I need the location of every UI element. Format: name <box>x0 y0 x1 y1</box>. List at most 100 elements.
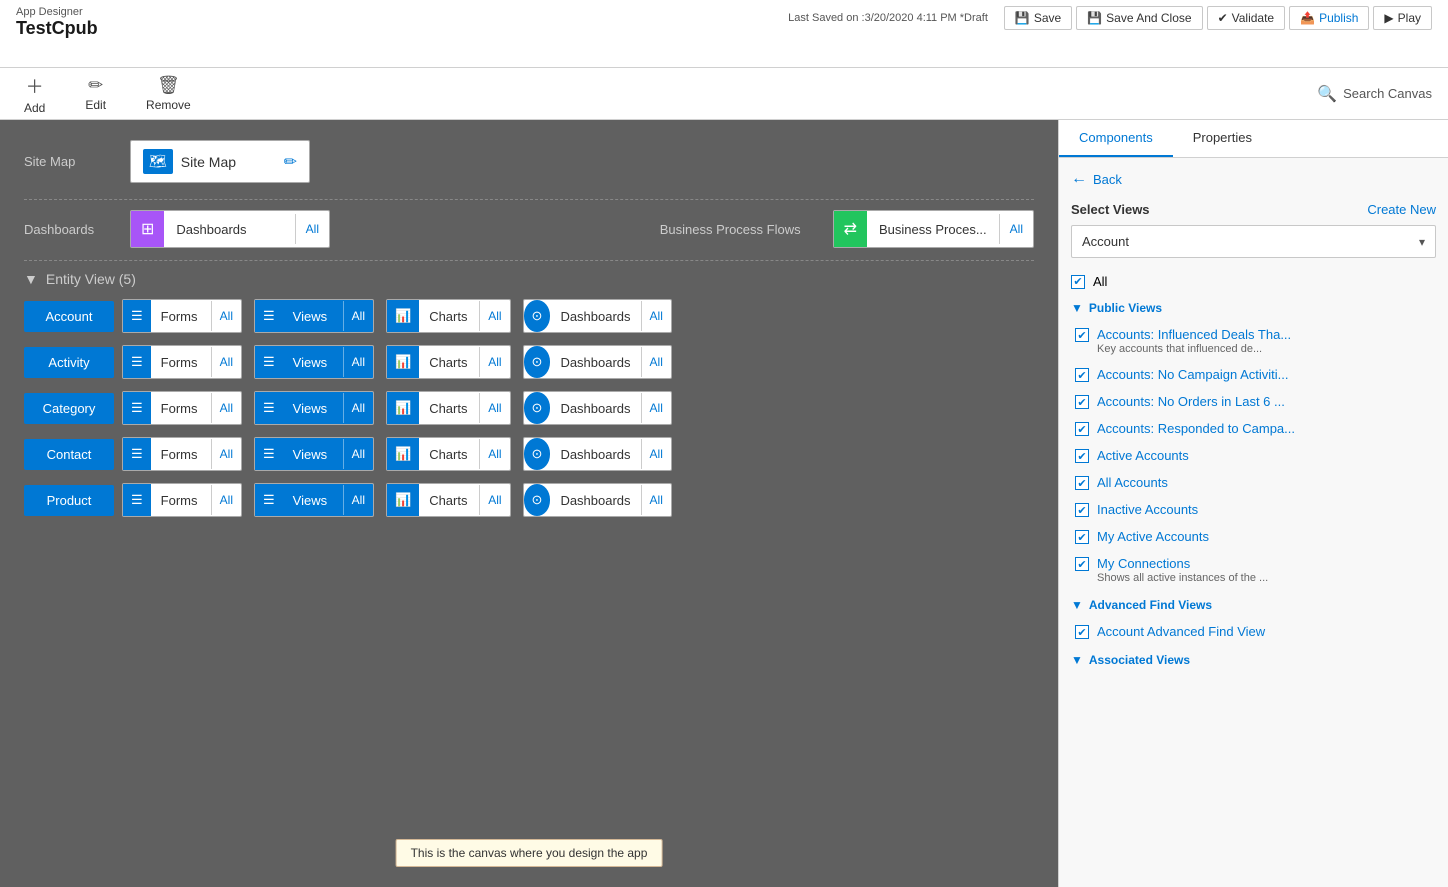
view-item[interactable]: ✔ Accounts: Responded to Campa... <box>1071 415 1436 442</box>
view-checkbox[interactable]: ✔ <box>1075 328 1089 342</box>
forms-component-3[interactable]: ☰ Forms All <box>122 437 242 471</box>
views-all-btn[interactable]: All <box>343 439 373 469</box>
entity-btn-category[interactable]: Category <box>24 393 114 424</box>
views-component-1[interactable]: ☰ Views All <box>254 345 374 379</box>
entity-view-header[interactable]: ▼ Entity View (5) <box>24 271 1034 287</box>
dashboards-entity-component-0[interactable]: ⊙ Dashboards All <box>523 299 672 333</box>
play-button[interactable]: ▶ Play <box>1373 6 1432 30</box>
views-component-4[interactable]: ☰ Views All <box>254 483 374 517</box>
main-layout: Site Map 🗺 Site Map ✏ Dashboards ⊞ Dashb… <box>0 120 1448 887</box>
charts-component-1[interactable]: 📊 Charts All <box>386 345 511 379</box>
back-button[interactable]: ← Back <box>1071 170 1436 188</box>
view-item[interactable]: ✔ All Accounts <box>1071 469 1436 496</box>
dashboards-all-btn[interactable]: All <box>295 214 329 244</box>
view-item[interactable]: ✔ Active Accounts <box>1071 442 1436 469</box>
remove-button[interactable]: 🗑 Remove <box>138 71 199 116</box>
bpf-card[interactable]: ⇄ Business Proces... All <box>833 210 1034 248</box>
advanced-find-section[interactable]: ▼ Advanced Find Views <box>1071 598 1436 612</box>
forms-component-4[interactable]: ☰ Forms All <box>122 483 242 517</box>
validate-button[interactable]: ✔ Validate <box>1207 6 1286 30</box>
view-checkbox[interactable]: ✔ <box>1075 449 1089 463</box>
forms-all-btn[interactable]: All <box>211 301 241 331</box>
charts-label: Charts <box>419 301 479 332</box>
entity-dropdown[interactable]: Account ▾ <box>1071 225 1436 258</box>
dashboards-entity-component-3[interactable]: ⊙ Dashboards All <box>523 437 672 471</box>
advanced-view-item[interactable]: ✔ Account Advanced Find View <box>1071 618 1436 645</box>
view-checkbox[interactable]: ✔ <box>1075 503 1089 517</box>
charts-component-2[interactable]: 📊 Charts All <box>386 391 511 425</box>
divider-2 <box>24 260 1034 261</box>
all-check-row[interactable]: ✔ All <box>1071 270 1436 293</box>
dashboards-entity-component-1[interactable]: ⊙ Dashboards All <box>523 345 672 379</box>
view-item[interactable]: ✔ Accounts: Influenced Deals Tha... Key … <box>1071 321 1436 361</box>
edit-icon: ✏ <box>88 75 103 96</box>
sitemap-edit-icon[interactable]: ✏ <box>284 152 297 172</box>
entity-btn-product[interactable]: Product <box>24 485 114 516</box>
view-checkbox[interactable]: ✔ <box>1075 557 1089 571</box>
views-component-2[interactable]: ☰ Views All <box>254 391 374 425</box>
site-map-row: Site Map 🗺 Site Map ✏ <box>24 140 1034 183</box>
dashboards-entity-all-btn[interactable]: All <box>641 301 671 331</box>
save-close-button[interactable]: 💾 Save And Close <box>1076 6 1202 30</box>
edit-button[interactable]: ✏ Edit <box>77 71 114 116</box>
advanced-view-checkbox[interactable]: ✔ <box>1075 625 1089 639</box>
associated-views-section[interactable]: ▼ Associated Views <box>1071 653 1436 667</box>
search-canvas[interactable]: 🔍 Search Canvas <box>1317 84 1432 104</box>
views-component-3[interactable]: ☰ Views All <box>254 437 374 471</box>
site-map-card[interactable]: 🗺 Site Map ✏ <box>130 140 310 183</box>
all-checkbox[interactable]: ✔ <box>1071 275 1085 289</box>
view-item[interactable]: ✔ Accounts: No Orders in Last 6 ... <box>1071 388 1436 415</box>
tab-properties[interactable]: Properties <box>1173 120 1272 157</box>
view-item[interactable]: ✔ My Connections Shows all active instan… <box>1071 550 1436 590</box>
publish-button[interactable]: 📤 Publish <box>1289 6 1369 30</box>
view-item[interactable]: ✔ My Active Accounts <box>1071 523 1436 550</box>
forms-all-btn[interactable]: All <box>211 485 241 515</box>
dashboards-entity-all-btn[interactable]: All <box>641 393 671 423</box>
entity-btn-account[interactable]: Account <box>24 301 114 332</box>
view-checkbox[interactable]: ✔ <box>1075 422 1089 436</box>
add-button[interactable]: ＋ Add <box>16 69 53 119</box>
charts-component-3[interactable]: 📊 Charts All <box>386 437 511 471</box>
views-all-btn[interactable]: All <box>343 485 373 515</box>
tab-components[interactable]: Components <box>1059 120 1173 157</box>
charts-component-0[interactable]: 📊 Charts All <box>386 299 511 333</box>
forms-component-0[interactable]: ☰ Forms All <box>122 299 242 333</box>
forms-all-btn[interactable]: All <box>211 347 241 377</box>
forms-all-btn[interactable]: All <box>211 393 241 423</box>
views-component-0[interactable]: ☰ Views All <box>254 299 374 333</box>
charts-all-btn[interactable]: All <box>479 301 509 331</box>
views-all-btn[interactable]: All <box>343 347 373 377</box>
entity-btn-contact[interactable]: Contact <box>24 439 114 470</box>
charts-all-btn[interactable]: All <box>479 439 509 469</box>
view-item[interactable]: ✔ Accounts: No Campaign Activiti... <box>1071 361 1436 388</box>
entity-btn-activity[interactable]: Activity <box>24 347 114 378</box>
bpf-all-btn[interactable]: All <box>999 214 1033 244</box>
view-checkbox[interactable]: ✔ <box>1075 476 1089 490</box>
views-all-btn[interactable]: All <box>343 301 373 331</box>
view-checkbox[interactable]: ✔ <box>1075 395 1089 409</box>
view-checkbox[interactable]: ✔ <box>1075 530 1089 544</box>
panel-content: ← Back Select Views Create New Account ▾… <box>1059 158 1448 887</box>
create-new-link[interactable]: Create New <box>1367 202 1436 217</box>
forms-component-1[interactable]: ☰ Forms All <box>122 345 242 379</box>
view-checkbox[interactable]: ✔ <box>1075 368 1089 382</box>
save-button[interactable]: 💾 Save <box>1004 6 1072 30</box>
entity-collapse-icon: ▼ <box>24 271 38 287</box>
canvas-area[interactable]: Site Map 🗺 Site Map ✏ Dashboards ⊞ Dashb… <box>0 120 1058 887</box>
public-views-section[interactable]: ▼ Public Views <box>1071 301 1436 315</box>
dashboards-entity-all-btn[interactable]: All <box>641 347 671 377</box>
dashboards-entity-all-btn[interactable]: All <box>641 485 671 515</box>
forms-all-btn[interactable]: All <box>211 439 241 469</box>
charts-all-btn[interactable]: All <box>479 485 509 515</box>
charts-icon: 📊 <box>387 484 419 516</box>
dashboards-entity-component-4[interactable]: ⊙ Dashboards All <box>523 483 672 517</box>
charts-component-4[interactable]: 📊 Charts All <box>386 483 511 517</box>
charts-all-btn[interactable]: All <box>479 347 509 377</box>
forms-component-2[interactable]: ☰ Forms All <box>122 391 242 425</box>
views-all-btn[interactable]: All <box>343 393 373 423</box>
view-item[interactable]: ✔ Inactive Accounts <box>1071 496 1436 523</box>
charts-all-btn[interactable]: All <box>479 393 509 423</box>
dashboards-card[interactable]: ⊞ Dashboards All <box>130 210 330 248</box>
dashboards-entity-component-2[interactable]: ⊙ Dashboards All <box>523 391 672 425</box>
dashboards-entity-all-btn[interactable]: All <box>641 439 671 469</box>
